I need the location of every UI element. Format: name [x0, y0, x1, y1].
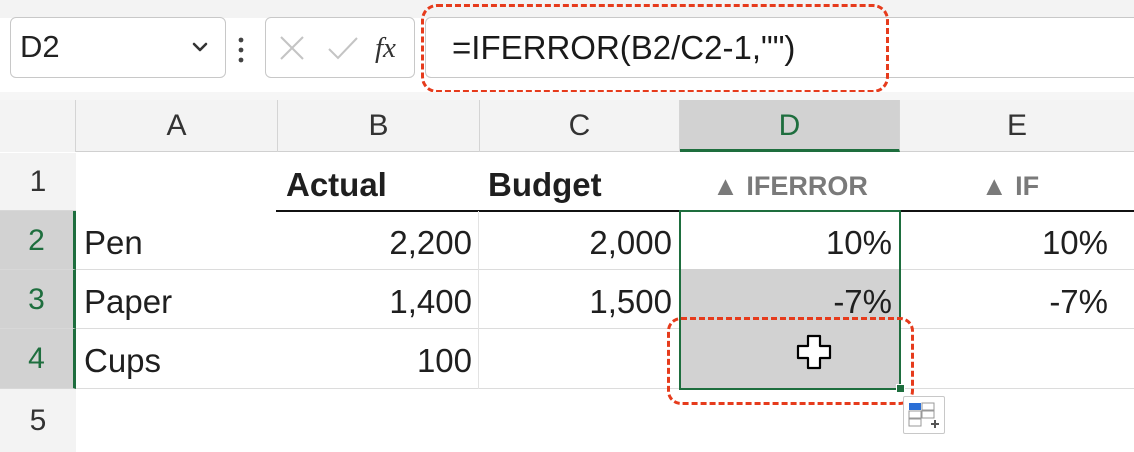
chevron-down-icon[interactable] — [190, 37, 210, 57]
cell-c3[interactable]: 1,500 — [480, 270, 680, 329]
cell-c1[interactable]: Budget — [480, 153, 680, 211]
cell-e2[interactable]: 10% — [900, 211, 1134, 270]
cell-b1[interactable]: Actual — [278, 153, 480, 211]
more-options-icon[interactable] — [234, 30, 248, 70]
row-header-3[interactable]: 3 — [0, 270, 76, 329]
column-header-a[interactable]: A — [76, 100, 278, 152]
column-header-e[interactable]: E — [900, 100, 1134, 152]
quick-analysis-button[interactable] — [903, 396, 945, 434]
cell-a2[interactable]: Pen — [76, 211, 278, 270]
cell-a4[interactable]: Cups — [76, 329, 278, 389]
cell-e3[interactable]: -7% — [900, 270, 1134, 329]
quick-analysis-icon — [908, 402, 939, 428]
row-header-5[interactable]: 5 — [0, 389, 76, 452]
insert-function-icon[interactable]: fx — [375, 26, 396, 70]
cells-annotation-highlight — [667, 317, 914, 405]
column-header-c[interactable]: C — [480, 100, 680, 152]
column-header-d[interactable]: D — [680, 100, 900, 152]
select-all-corner[interactable] — [0, 100, 76, 152]
row-header-2[interactable]: 2 — [0, 211, 76, 270]
name-box-value: D2 — [20, 29, 60, 64]
row-header-1[interactable]: 1 — [0, 153, 76, 211]
grid-top-band — [0, 92, 1134, 100]
cell-d1[interactable]: ▲ IFERROR — [680, 153, 900, 211]
cell-e1[interactable]: ▲ IF — [900, 153, 1120, 211]
cell-b2[interactable]: 2,200 — [278, 211, 480, 270]
cell-c2[interactable]: 2,000 — [480, 211, 680, 270]
enter-check-icon[interactable] — [326, 33, 360, 63]
column-header-b[interactable]: B — [278, 100, 480, 152]
cancel-icon[interactable] — [277, 33, 307, 63]
row-header-4[interactable]: 4 — [0, 329, 76, 389]
cell-c4[interactable] — [480, 329, 680, 389]
cell-a3[interactable]: Paper — [76, 270, 278, 329]
formula-annotation-highlight — [421, 4, 889, 93]
cell-b4[interactable]: 100 — [278, 329, 480, 389]
cell-e4[interactable] — [900, 329, 1134, 389]
cell-b3[interactable]: 1,400 — [278, 270, 480, 329]
